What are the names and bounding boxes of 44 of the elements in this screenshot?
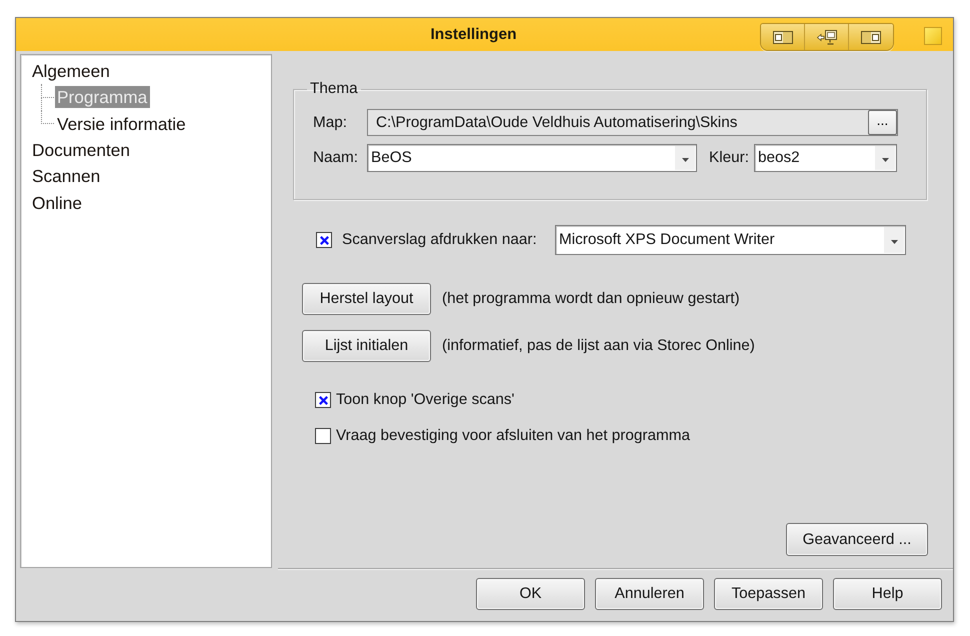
dropdown[interactable]: BeOS bbox=[367, 144, 697, 172]
note-text: (informatief, pas de lijst aan via Storec Online) bbox=[442, 337, 755, 355]
window-panel-icon bbox=[861, 30, 881, 44]
title-bar-button[interactable] bbox=[761, 24, 805, 50]
tree-item[interactable]: Versie informatie bbox=[55, 112, 189, 135]
caret-icon bbox=[882, 158, 888, 162]
checkbox[interactable] bbox=[315, 392, 331, 408]
dropdown-button[interactable] bbox=[875, 146, 895, 170]
checkbox[interactable] bbox=[315, 428, 331, 444]
tree-item[interactable]: Online bbox=[30, 192, 85, 214]
note-text: (het programma wordt dan opnieuw gestart) bbox=[442, 290, 740, 308]
caret-icon bbox=[890, 240, 898, 244]
dialog-button[interactable]: OK bbox=[476, 578, 585, 610]
dialog-button[interactable]: Toepassen bbox=[714, 578, 823, 610]
checkbox[interactable] bbox=[316, 232, 332, 248]
window-panel-icon bbox=[772, 30, 792, 44]
advanced-button[interactable]: Geavanceerd ... bbox=[786, 523, 928, 556]
checkbox-label[interactable]: Toon knop 'Overige scans' bbox=[336, 391, 514, 409]
monitor-arrow-icon bbox=[816, 30, 836, 44]
tree-item[interactable]: Algemeen bbox=[30, 60, 113, 82]
dropdown-button[interactable] bbox=[675, 146, 695, 170]
group-label: Thema bbox=[309, 80, 359, 98]
dropdown[interactable]: beos2 bbox=[754, 144, 897, 172]
field-label: Map: bbox=[313, 114, 348, 132]
dropdown[interactable]: Microsoft XPS Document Writer bbox=[555, 225, 906, 255]
tree-item[interactable]: Documenten bbox=[30, 139, 133, 162]
caret-icon bbox=[682, 158, 688, 162]
field-label: Kleur: bbox=[709, 149, 750, 167]
field-label: Naam: bbox=[313, 149, 360, 167]
checkbox-label[interactable]: Scanverslag afdrukken naar: bbox=[342, 231, 543, 249]
folder-field[interactable]: C:\ProgramData\Oude Veldhuis Automatisering\Skins ... bbox=[367, 109, 898, 136]
browse-button[interactable]: ... bbox=[868, 110, 897, 135]
window-title: Instellingen bbox=[430, 26, 517, 44]
dialog-button[interactable]: Help bbox=[833, 578, 942, 610]
x-mark-icon bbox=[318, 396, 328, 404]
dialog-button[interactable]: Annuleren bbox=[595, 578, 704, 610]
checkbox-label[interactable]: Vraag bevestiging voor afsluiten van het programma bbox=[336, 427, 690, 445]
title-bar-button[interactable] bbox=[849, 24, 893, 50]
dropdown-button[interactable] bbox=[884, 227, 904, 253]
action-button[interactable]: Lijst initialen bbox=[302, 330, 431, 362]
x-mark-icon bbox=[320, 236, 328, 244]
title-bar-button[interactable] bbox=[805, 24, 849, 50]
tree-item[interactable]: Scannen bbox=[30, 165, 104, 188]
action-button[interactable]: Herstel layout bbox=[302, 283, 431, 315]
